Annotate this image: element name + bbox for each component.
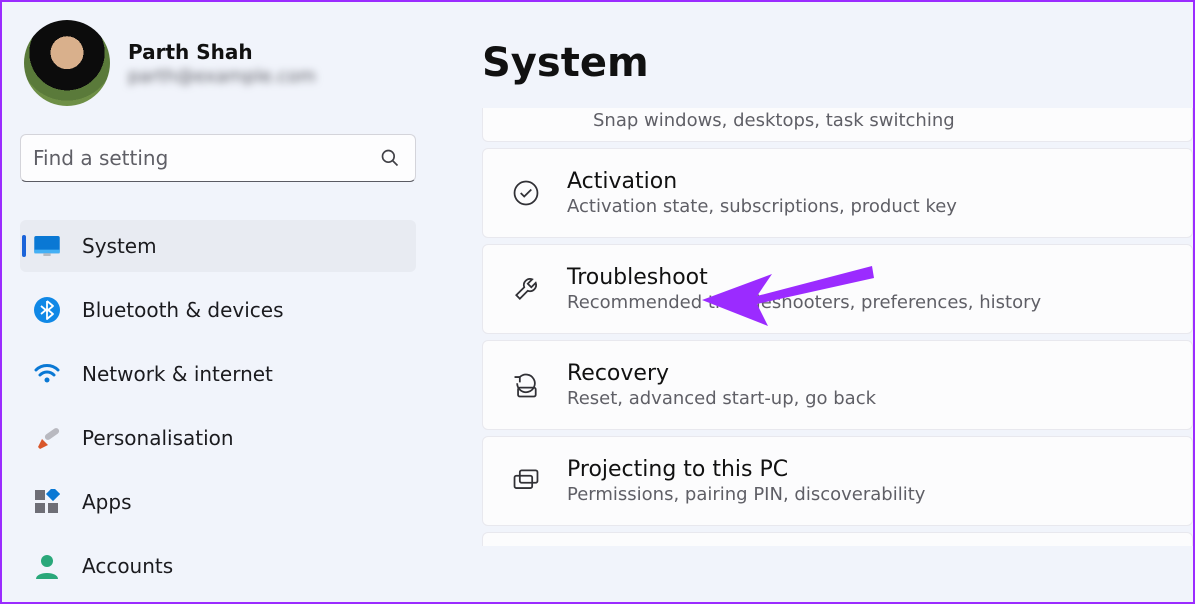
nav-label: Bluetooth & devices: [82, 298, 284, 322]
card-subtitle: Reset, advanced start-up, go back: [567, 388, 876, 409]
card-recovery[interactable]: Recovery Reset, advanced start-up, go ba…: [482, 340, 1193, 430]
sidebar-item-bluetooth[interactable]: Bluetooth & devices: [20, 284, 416, 336]
card-activation[interactable]: Activation Activation state, subscriptio…: [482, 148, 1193, 238]
card-next-partial[interactable]: [482, 532, 1193, 546]
card-subtitle: Permissions, pairing PIN, discoverabilit…: [567, 484, 925, 505]
avatar-wrap: [24, 20, 110, 106]
nav: System Bluetooth & devices Network & int…: [20, 220, 416, 592]
card-title: Troubleshoot: [567, 265, 1041, 290]
nav-label: Personalisation: [82, 426, 234, 450]
settings-card-list: Snap windows, desktops, task switching A…: [482, 108, 1193, 546]
search-icon[interactable]: [380, 148, 400, 168]
card-title: Recovery: [567, 361, 876, 386]
sidebar-item-personalisation[interactable]: Personalisation: [20, 412, 416, 464]
page-title: System: [482, 40, 1193, 86]
profile-text: Parth Shah parth@example.com: [128, 40, 316, 87]
main-content: System Snap windows, desktops, task swit…: [434, 2, 1193, 602]
sidebar-item-accounts[interactable]: Accounts: [20, 540, 416, 592]
sidebar-item-system[interactable]: System: [20, 220, 416, 272]
card-troubleshoot[interactable]: Troubleshoot Recommended troubleshooters…: [482, 244, 1193, 334]
person-icon: [34, 553, 60, 579]
search-box: [20, 134, 416, 182]
card-multitasking[interactable]: Snap windows, desktops, task switching: [482, 108, 1193, 142]
search-input[interactable]: [20, 134, 416, 182]
profile-name: Parth Shah: [128, 40, 316, 64]
sidebar-item-network[interactable]: Network & internet: [20, 348, 416, 400]
apps-icon: [34, 489, 60, 515]
profile-email: parth@example.com: [128, 66, 316, 87]
bluetooth-icon: [34, 297, 60, 323]
profile-block[interactable]: Parth Shah parth@example.com: [24, 20, 416, 106]
paintbrush-icon: [34, 425, 60, 451]
display-icon: [34, 233, 60, 259]
projecting-icon: [509, 464, 543, 498]
card-title: Projecting to this PC: [567, 457, 925, 482]
nav-label: Apps: [82, 490, 132, 514]
card-subtitle: Activation state, subscriptions, product…: [567, 196, 957, 217]
nav-label: Network & internet: [82, 362, 273, 386]
wrench-icon: [509, 272, 543, 306]
sidebar-item-apps[interactable]: Apps: [20, 476, 416, 528]
nav-label: Accounts: [82, 554, 173, 578]
check-circle-icon: [509, 176, 543, 210]
avatar: [24, 20, 110, 106]
card-subtitle: Recommended troubleshooters, preferences…: [567, 292, 1041, 313]
card-projecting[interactable]: Projecting to this PC Permissions, pairi…: [482, 436, 1193, 526]
card-subtitle: Snap windows, desktops, task switching: [593, 110, 955, 131]
nav-label: System: [82, 234, 157, 258]
wifi-icon: [34, 361, 60, 387]
recovery-icon: [509, 368, 543, 402]
sidebar: Parth Shah parth@example.com System Blue…: [2, 2, 434, 602]
card-title: Activation: [567, 169, 957, 194]
